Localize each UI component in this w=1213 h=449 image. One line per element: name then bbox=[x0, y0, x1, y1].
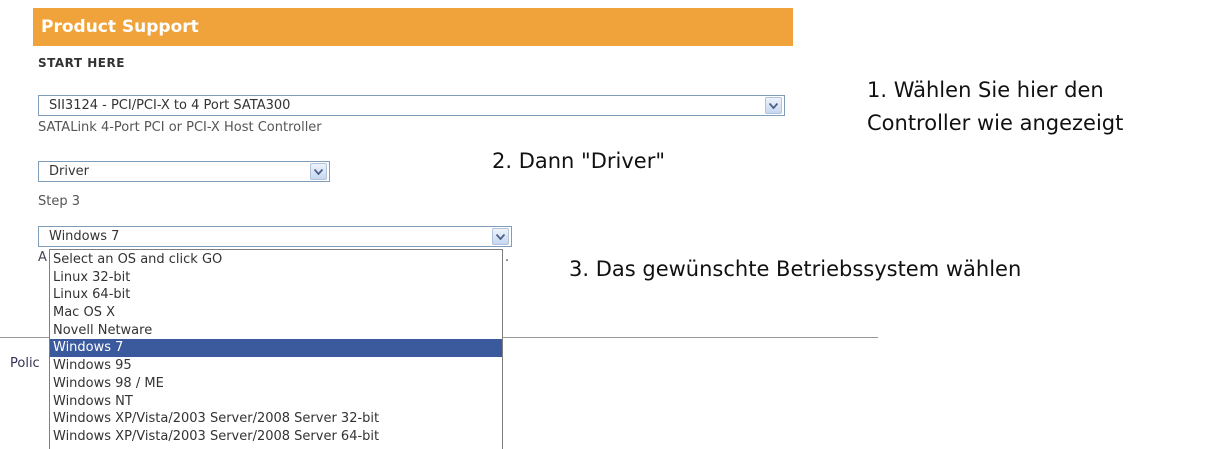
header-title: Product Support bbox=[41, 17, 199, 37]
footer-link-fragment[interactable]: Polic bbox=[10, 356, 40, 371]
chevron-down-icon[interactable] bbox=[765, 97, 782, 114]
os-option[interactable]: Windows XP/Vista/2003 Server/2008 Server… bbox=[50, 428, 502, 446]
hidden-text-fragment-dot: . bbox=[505, 250, 510, 265]
os-option[interactable]: Linux 32-bit bbox=[50, 269, 502, 287]
os-option[interactable]: Linux 64-bit bbox=[50, 286, 502, 304]
annotation-step1-line1: 1. Wählen Sie hier den bbox=[867, 78, 1104, 102]
os-option[interactable]: Windows 95 bbox=[50, 357, 502, 375]
controller-select-value: SII3124 - PCI/PCI-X to 4 Port SATA300 bbox=[49, 98, 291, 113]
os-option[interactable]: Windows 98 / ME bbox=[50, 375, 502, 393]
annotation-step1-line2: Controller wie angezeigt bbox=[867, 111, 1124, 135]
type-select-value: Driver bbox=[49, 164, 90, 179]
os-option[interactable]: Mac OS X bbox=[50, 304, 502, 322]
os-option[interactable]: Windows 7 bbox=[50, 339, 502, 358]
start-here-label: START HERE bbox=[38, 56, 125, 70]
os-select-value: Windows 7 bbox=[49, 229, 120, 244]
controller-select[interactable]: SII3124 - PCI/PCI-X to 4 Port SATA300 bbox=[38, 95, 785, 116]
annotation-step2: 2. Dann "Driver" bbox=[492, 149, 665, 173]
os-option[interactable]: Select an OS and click GO bbox=[50, 251, 502, 269]
type-select[interactable]: Driver bbox=[38, 161, 330, 182]
os-dropdown-list[interactable]: Select an OS and click GO Linux 32-bit Lin… bbox=[49, 249, 503, 449]
hidden-text-fragment: A bbox=[38, 250, 47, 265]
product-support-header: Product Support bbox=[33, 8, 793, 46]
chevron-down-icon[interactable] bbox=[310, 163, 327, 180]
os-option[interactable]: Windows NT bbox=[50, 393, 502, 411]
chevron-down-icon[interactable] bbox=[492, 228, 509, 245]
os-option[interactable]: Windows XP/Vista/2003 Server/2008 Server… bbox=[50, 410, 502, 428]
os-option[interactable]: Novell Netware bbox=[50, 322, 502, 340]
step3-label: Step 3 bbox=[38, 194, 81, 209]
controller-description: SATALink 4-Port PCI or PCI-X Host Contro… bbox=[38, 120, 322, 135]
os-select[interactable]: Windows 7 bbox=[38, 226, 512, 247]
annotation-step3: 3. Das gewünschte Betriebssystem wählen bbox=[569, 257, 1022, 281]
